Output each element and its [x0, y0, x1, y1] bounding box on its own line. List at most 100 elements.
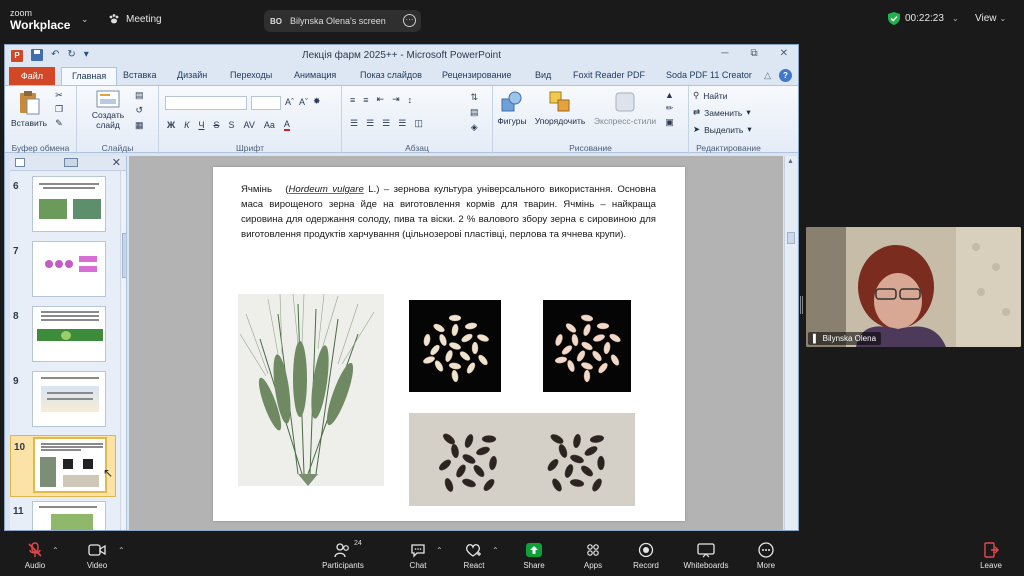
close-icon[interactable]: ✕ [112, 156, 121, 169]
format-painter-icon[interactable]: ✎ [55, 118, 63, 129]
shapes-button[interactable]: Фигуры [495, 90, 529, 126]
tab-view[interactable]: Вид [535, 70, 551, 80]
decrease-indent-icon[interactable]: ⇤ [377, 94, 385, 105]
meeting-timer[interactable]: 00:22:23 ⌄ [888, 12, 959, 25]
share-button[interactable]: Share [520, 542, 548, 570]
whiteboards-button[interactable]: Whiteboards [681, 542, 731, 570]
chevron-up-icon[interactable]: ⌃ [492, 546, 499, 555]
shape-outline-icon[interactable]: ✏ [666, 103, 674, 114]
more-button[interactable]: More [753, 542, 779, 570]
apps-button[interactable]: Apps [580, 542, 606, 570]
bullets-icon[interactable]: ≡ [350, 95, 355, 105]
new-slide-button[interactable]: Создать слайд [89, 90, 127, 130]
tab-home[interactable]: Главная [61, 67, 118, 85]
thumbnail-row[interactable]: 11 [10, 500, 116, 530]
justify-icon[interactable]: ☰ [398, 118, 406, 129]
slides-tab-icon[interactable] [15, 158, 25, 167]
screen-share-indicator[interactable]: BO Bilynska Olena's screen ··· [264, 10, 421, 32]
audio-button[interactable]: Audio [22, 542, 48, 570]
arrange-button[interactable]: Упорядочить [531, 90, 589, 126]
tab-slideshow[interactable]: Показ слайдов [360, 70, 422, 80]
font-size-combo[interactable] [251, 96, 281, 110]
slide-thumbnail[interactable] [32, 306, 106, 362]
more-options-icon[interactable]: ··· [403, 14, 416, 27]
chevron-up-icon[interactable]: ⌃ [52, 546, 59, 555]
view-button[interactable]: View ⌄ [975, 13, 1006, 24]
line-spacing-icon[interactable]: ↕ [408, 95, 413, 105]
case-icon[interactable]: Aa [264, 120, 275, 130]
copy-icon[interactable]: ❐ [55, 104, 63, 115]
scrollbar-thumb[interactable] [122, 233, 126, 278]
paste-button[interactable]: Вставить [11, 90, 47, 128]
select-button[interactable]: ➤ Выделить ▾ [693, 124, 752, 135]
slide-thumbnail[interactable] [32, 176, 106, 232]
replace-button[interactable]: ⇄ Заменить ▾ [693, 107, 751, 118]
record-button[interactable]: Record [631, 542, 661, 570]
scrollbar-thumb[interactable] [787, 232, 795, 244]
layout-icon[interactable]: ▤ [135, 90, 144, 101]
chevron-up-icon[interactable]: ⌃ [436, 546, 443, 555]
zoom-workplace-logo[interactable]: zoom Workplace [10, 9, 70, 32]
clear-format-icon[interactable]: ✸ [313, 96, 321, 107]
tab-insert[interactable]: Вставка [123, 70, 156, 80]
quick-styles-button[interactable]: Экспресс-стили [591, 90, 659, 126]
tab-file[interactable]: Файл [9, 67, 55, 85]
tab-foxit[interactable]: Foxit Reader PDF [573, 70, 645, 80]
cut-icon[interactable]: ✂ [55, 90, 63, 101]
minimize-icon[interactable]: ─ [721, 48, 728, 59]
italic-icon[interactable]: К [184, 120, 189, 130]
tab-soda[interactable]: Soda PDF 11 Creator [666, 70, 752, 80]
outline-tab-icon[interactable] [64, 158, 78, 167]
thumbnail-row[interactable]: 8 [10, 305, 116, 367]
spacing-icon[interactable]: AV [243, 120, 254, 130]
restore-icon[interactable]: ⧉ [750, 48, 757, 59]
leave-button[interactable]: Leave [977, 542, 1005, 570]
react-button[interactable]: React [461, 542, 487, 570]
shape-effects-icon[interactable]: ▣ [665, 117, 674, 128]
find-button[interactable]: ⚲ Найти [693, 90, 728, 101]
help-icon[interactable]: ? [779, 69, 792, 82]
tab-design[interactable]: Дизайн [177, 70, 207, 80]
slide-thumbnail[interactable] [32, 371, 106, 427]
numbering-icon[interactable]: ≡ [363, 95, 368, 105]
slide-body-text[interactable]: Ячмінь (Hordeum vulgare L.) – зернова ку… [241, 182, 656, 242]
increase-indent-icon[interactable]: ⇥ [392, 94, 400, 105]
slide-thumbnail[interactable] [32, 241, 106, 297]
slide-thumbnail-selected[interactable] [33, 437, 107, 493]
tab-review[interactable]: Рецензирование [442, 70, 512, 80]
strikethrough-icon[interactable]: S [213, 120, 219, 130]
grow-font-icon[interactable]: Aˆ [285, 97, 294, 107]
thumbnail-row-selected[interactable]: 10 ↖ [10, 435, 116, 497]
align-left-icon[interactable]: ☰ [350, 118, 358, 129]
bold-icon[interactable]: Ж [167, 120, 175, 130]
thumbnail-row[interactable]: 9 [10, 370, 116, 432]
chevron-down-icon[interactable]: ⌄ [81, 14, 89, 25]
align-text-icon[interactable]: ▤ [470, 107, 479, 118]
smartart-icon[interactable]: ◈ [471, 122, 478, 133]
scroll-up-icon[interactable]: ▲ [787, 158, 794, 165]
panel-resize-handle[interactable] [800, 296, 804, 314]
shape-fill-icon[interactable]: ▲ [665, 90, 674, 100]
tab-animation[interactable]: Анимация [294, 70, 336, 80]
chevron-up-icon[interactable]: ⌃ [118, 546, 125, 555]
underline-icon[interactable]: Ч [198, 120, 204, 130]
chat-button[interactable]: Chat [405, 542, 431, 570]
slide-scrollbar[interactable]: ▲ [784, 156, 797, 530]
thumbnails-scrollbar[interactable] [120, 171, 126, 530]
slide-thumbnail[interactable] [32, 501, 106, 530]
participants-button[interactable]: 24 Participants [320, 540, 366, 570]
font-name-combo[interactable] [165, 96, 247, 110]
close-icon[interactable]: ✕ [780, 48, 788, 59]
tab-transitions[interactable]: Переходы [230, 70, 272, 80]
shadow-icon[interactable]: S [228, 120, 234, 130]
minimize-ribbon-icon[interactable]: △ [764, 70, 771, 81]
meeting-info-button[interactable]: Meeting [108, 13, 162, 25]
align-right-icon[interactable]: ☰ [382, 118, 390, 129]
thumbnail-row[interactable]: 7 [10, 240, 116, 302]
section-icon[interactable]: ▦ [135, 120, 144, 131]
video-button[interactable]: Video [84, 542, 110, 570]
font-color-icon[interactable]: A [283, 119, 290, 131]
text-direction-icon[interactable]: ⇅ [470, 92, 478, 103]
current-slide[interactable]: Ячмінь (Hordeum vulgare L.) – зернова ку… [213, 167, 685, 521]
align-center-icon[interactable]: ☰ [366, 118, 374, 129]
